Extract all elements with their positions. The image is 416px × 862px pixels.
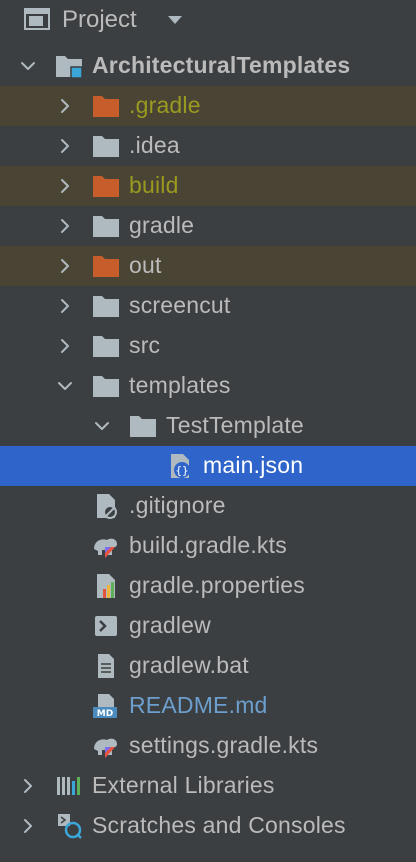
tree-node[interactable]: out	[0, 246, 416, 286]
tree-node[interactable]: {} main.json	[0, 446, 416, 486]
tree-node[interactable]: TestTemplate	[0, 406, 416, 446]
tree-node-label: templates	[129, 372, 231, 398]
svg-text:MD: MD	[97, 709, 113, 719]
tree-node[interactable]: screencut	[0, 286, 416, 326]
module-folder-icon	[54, 53, 84, 79]
chevron-right-icon[interactable]	[57, 98, 73, 114]
tree-node[interactable]: .gradle	[0, 86, 416, 126]
properties-file-icon	[91, 573, 121, 599]
tree-node-label: gradle.properties	[129, 572, 306, 598]
libraries-icon	[54, 773, 84, 799]
tree-node-label: gradlew.bat	[129, 652, 249, 678]
excluded-folder-icon	[91, 173, 121, 199]
tree-node-label: main.json	[203, 452, 304, 478]
tree-node-label: gradle	[129, 212, 195, 238]
tree-node-label: gradlew	[129, 612, 211, 638]
chevron-right-icon[interactable]	[57, 338, 73, 354]
chevron-down-icon[interactable]	[166, 14, 184, 26]
json-file-icon: {}	[165, 453, 195, 479]
tree-node[interactable]: templates	[0, 366, 416, 406]
chevron-down-icon[interactable]	[20, 58, 36, 74]
scratches-icon	[54, 813, 84, 839]
svg-text:{}: {}	[175, 464, 188, 477]
chevron-right-icon[interactable]	[57, 258, 73, 274]
tree-node[interactable]: .gitignore	[0, 486, 416, 526]
tree-node-label: ArchitecturalTemplates	[92, 52, 351, 78]
project-window-icon	[24, 8, 50, 30]
tree-node[interactable]: build	[0, 166, 416, 206]
gradle-kts-file-icon	[91, 733, 121, 759]
tree-node-label: build	[129, 172, 179, 198]
chevron-right-icon[interactable]	[57, 178, 73, 194]
folder-icon	[91, 293, 121, 319]
tree-node[interactable]: MD README.md	[0, 686, 416, 726]
chevron-down-icon[interactable]	[94, 418, 110, 434]
tree-node-label: .gradle	[129, 92, 201, 118]
chevron-right-icon[interactable]	[20, 818, 36, 834]
tree-node[interactable]: gradlew.bat	[0, 646, 416, 686]
chevron-right-icon[interactable]	[57, 218, 73, 234]
folder-icon	[91, 133, 121, 159]
shell-script-icon	[91, 613, 121, 639]
folder-icon	[128, 413, 158, 439]
tree-node[interactable]: build.gradle.kts	[0, 526, 416, 566]
tree-node-label: build.gradle.kts	[129, 532, 287, 558]
tree-node-label: out	[129, 252, 162, 278]
markdown-file-icon: MD	[91, 693, 121, 719]
folder-icon	[91, 213, 121, 239]
tree-node-label: TestTemplate	[166, 412, 304, 438]
chevron-right-icon[interactable]	[20, 778, 36, 794]
tree-node-label: src	[129, 332, 161, 358]
tree-node-label: .idea	[129, 132, 180, 158]
chevron-down-icon[interactable]	[57, 378, 73, 394]
tree-node[interactable]: .idea	[0, 126, 416, 166]
chevron-right-icon[interactable]	[57, 298, 73, 314]
excluded-folder-icon	[91, 253, 121, 279]
tree-node[interactable]: src	[0, 326, 416, 366]
tree-node[interactable]: gradle.properties	[0, 566, 416, 606]
tree-node-label: External Libraries	[92, 772, 275, 798]
chevron-right-icon[interactable]	[57, 138, 73, 154]
tree-node-label: .gitignore	[129, 492, 226, 518]
gitignore-file-icon	[91, 493, 121, 519]
tree-node-label: README.md	[129, 692, 268, 718]
tree-node[interactable]: gradle	[0, 206, 416, 246]
excluded-folder-icon	[91, 93, 121, 119]
tree-node[interactable]: gradlew	[0, 606, 416, 646]
project-view-header: Project	[0, 0, 416, 40]
folder-icon	[91, 333, 121, 359]
tree-node[interactable]: Scratches and Consoles	[0, 806, 416, 846]
text-file-icon	[91, 653, 121, 679]
tree-node[interactable]: settings.gradle.kts	[0, 726, 416, 766]
gradle-kts-file-icon	[91, 533, 121, 559]
tree-node-label: screencut	[129, 292, 231, 318]
project-view-title[interactable]: Project	[62, 6, 137, 34]
tree-node-label: Scratches and Consoles	[92, 812, 346, 838]
tree-node[interactable]: External Libraries	[0, 766, 416, 806]
tree-node-label: settings.gradle.kts	[129, 732, 319, 758]
folder-icon	[91, 373, 121, 399]
tree-node[interactable]: ArchitecturalTemplates	[0, 46, 416, 86]
